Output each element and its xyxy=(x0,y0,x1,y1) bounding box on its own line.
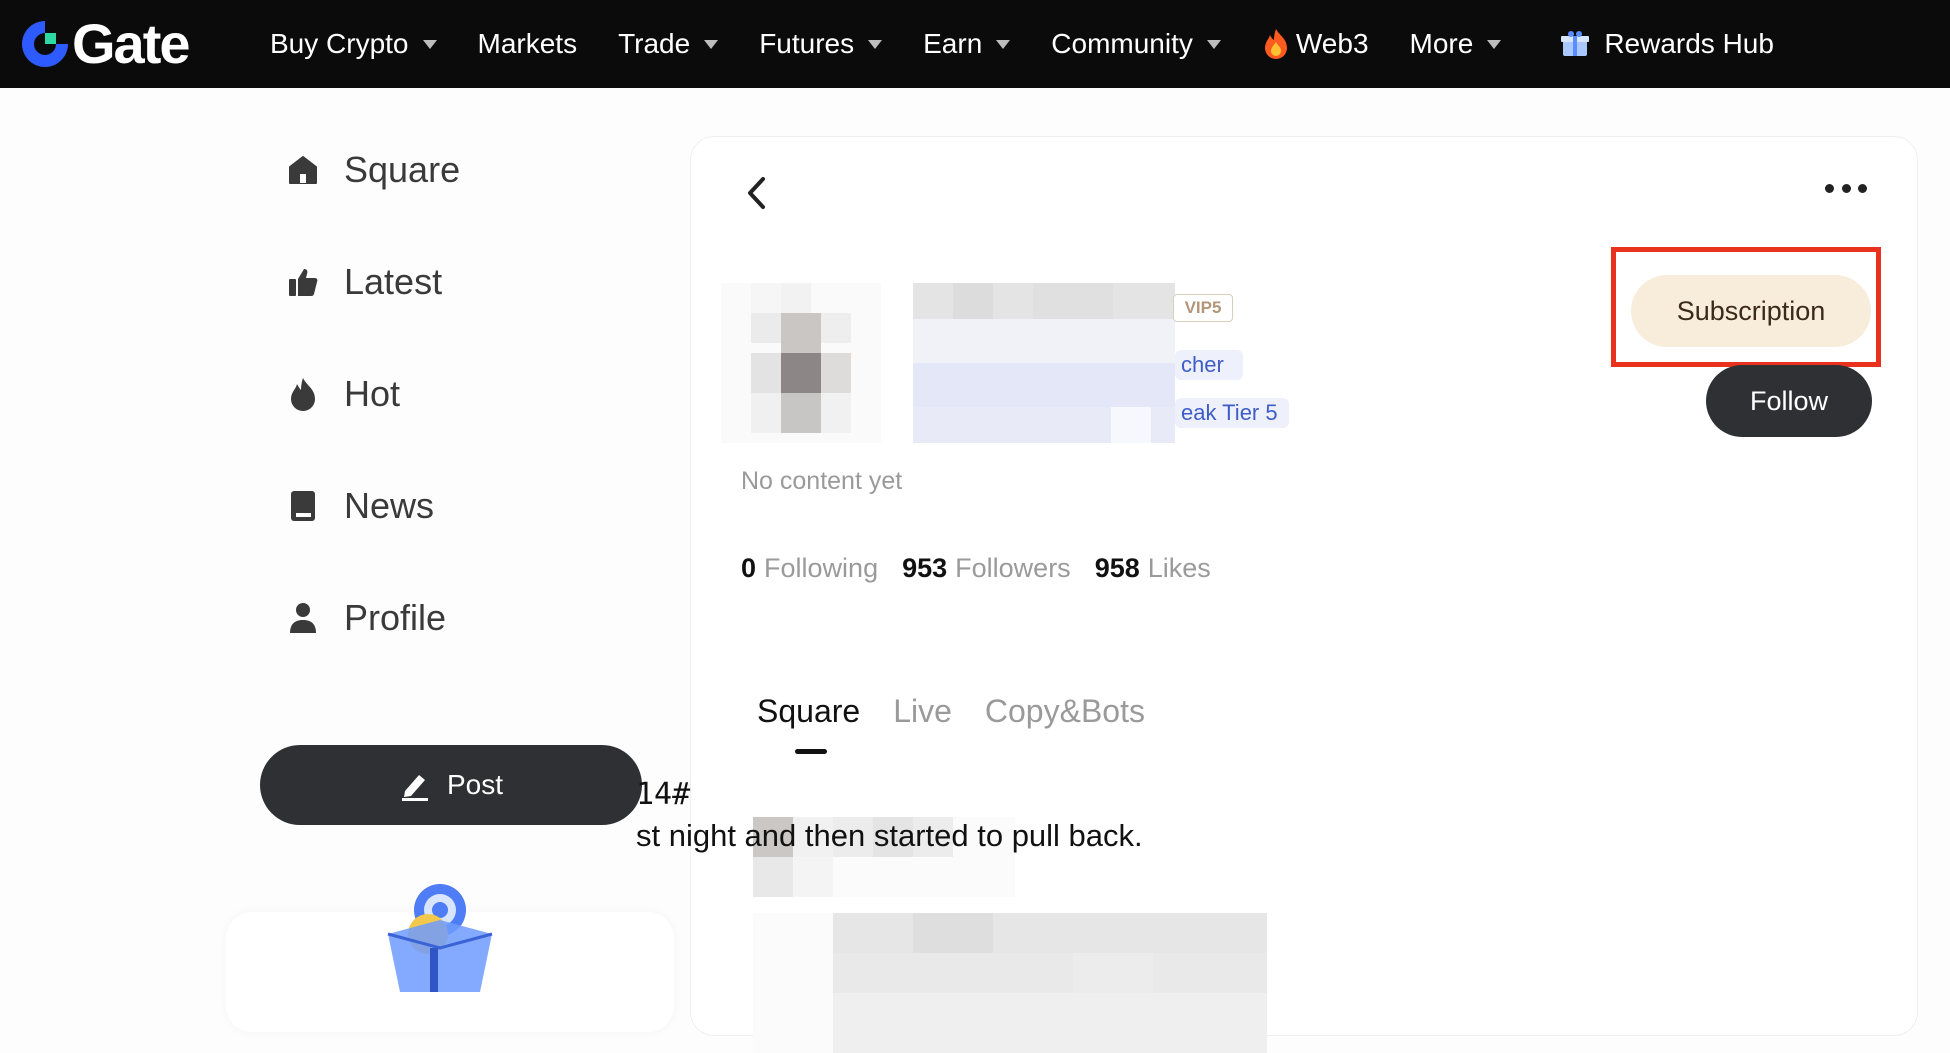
profile-tag: cher xyxy=(1175,350,1243,380)
nav-item-community[interactable]: Community xyxy=(1051,28,1221,60)
followers-count[interactable]: 953 xyxy=(902,553,947,584)
tab-copy-bots[interactable]: Copy&Bots xyxy=(985,693,1145,730)
post-text-blurred xyxy=(753,913,1267,1053)
caret-down-icon xyxy=(704,39,719,49)
back-arrow-icon[interactable] xyxy=(741,173,771,213)
caret-down-icon xyxy=(868,39,883,49)
tab-label: Square xyxy=(757,693,861,729)
post-text-line: st night and then started to pull back. xyxy=(636,818,1143,853)
flame-icon xyxy=(286,377,320,411)
sidebar-item-label: Square xyxy=(344,149,461,190)
top-navigation-bar: Gate Buy Crypto Markets Trade Futures Ea… xyxy=(0,0,1950,88)
post-button-label: Post xyxy=(446,769,504,800)
thumbs-up-icon xyxy=(286,265,320,299)
nav-label: Markets xyxy=(477,28,578,59)
caret-down-icon xyxy=(422,39,437,49)
edit-pencil-icon xyxy=(401,775,428,801)
username-blurred xyxy=(913,283,1175,443)
nav-item-markets[interactable]: Markets xyxy=(478,28,578,60)
nav-label: Community xyxy=(1051,28,1193,59)
active-tab-indicator xyxy=(795,749,827,754)
profile-tag: eak Tier 5 xyxy=(1175,398,1289,428)
sidebar-item-news[interactable]: News xyxy=(260,476,660,536)
nav-label: Trade xyxy=(618,28,691,59)
more-options-icon[interactable] xyxy=(1825,181,1867,195)
sidebar-item-label: Hot xyxy=(344,373,401,414)
nav-item-web3[interactable]: Web3 xyxy=(1262,28,1369,60)
profile-tabs: Square Live Copy&Bots xyxy=(757,693,1178,754)
profile-panel: VIP5 cher eak Tier 5 No content yet 0 Fo… xyxy=(690,136,1918,1053)
tab-square[interactable]: Square xyxy=(757,693,861,754)
subscription-button[interactable]: Subscription xyxy=(1631,275,1871,347)
book-icon xyxy=(286,489,320,523)
nav-item-futures[interactable]: Futures xyxy=(759,28,883,60)
left-sidebar: Square Latest Hot News Profile Post xyxy=(226,140,674,1032)
bio-text: No content yet xyxy=(741,467,903,495)
post-text-line: 14# xyxy=(636,777,691,812)
likes-label: Likes xyxy=(1147,553,1211,583)
sidebar-item-label: Latest xyxy=(344,261,443,302)
crypto-gift-box-illustration xyxy=(387,884,493,992)
following-count[interactable]: 0 xyxy=(741,553,756,584)
tab-label: Live xyxy=(893,693,952,729)
caret-down-icon xyxy=(996,39,1011,49)
gift-box-icon xyxy=(1561,31,1590,56)
gate-logo-icon xyxy=(22,21,68,67)
promo-card[interactable] xyxy=(226,884,674,1032)
nav-item-earn[interactable]: Earn xyxy=(923,28,1011,60)
followers-label[interactable]: Followers xyxy=(955,553,1071,584)
nav-label: Earn xyxy=(923,28,983,59)
logo-text: Gate xyxy=(72,12,190,75)
fire-icon xyxy=(1264,29,1287,59)
gate-logo[interactable]: Gate xyxy=(20,12,190,75)
nav-label: Buy Crypto xyxy=(270,28,409,59)
nav-item-trade[interactable]: Trade xyxy=(618,28,719,60)
profile-stats: 0 Following 953 Followers 958 Likes xyxy=(741,553,1235,584)
sidebar-item-latest[interactable]: Latest xyxy=(260,252,660,312)
sidebar-item-hot[interactable]: Hot xyxy=(260,364,660,424)
person-icon xyxy=(286,601,320,635)
nav-label: Rewards Hub xyxy=(1604,28,1774,59)
tab-live[interactable]: Live xyxy=(893,693,952,730)
sidebar-item-square[interactable]: Square xyxy=(260,140,660,200)
post-button[interactable]: Post xyxy=(260,745,642,825)
caret-down-icon xyxy=(1206,39,1221,49)
nav-label: Futures xyxy=(759,28,855,59)
nav-item-buy-crypto[interactable]: Buy Crypto xyxy=(270,28,437,60)
sidebar-item-label: News xyxy=(344,485,435,526)
vip-badge: VIP5 xyxy=(1173,294,1233,322)
follow-button[interactable]: Follow xyxy=(1706,365,1872,437)
nav-item-rewards-hub[interactable]: Rewards Hub xyxy=(1560,28,1774,60)
caret-down-icon xyxy=(1487,39,1502,49)
nav-item-more[interactable]: More xyxy=(1410,28,1502,60)
tab-label: Copy&Bots xyxy=(984,693,1145,729)
sidebar-item-label: Profile xyxy=(344,597,447,638)
nav-label: Web3 xyxy=(1295,28,1369,59)
sidebar-item-profile[interactable]: Profile xyxy=(260,588,660,648)
nav-menu: Buy Crypto Markets Trade Futures Earn Co… xyxy=(270,0,1815,88)
nav-label: More xyxy=(1409,28,1474,59)
likes-count: 958 xyxy=(1094,553,1140,583)
following-label[interactable]: Following xyxy=(764,553,878,584)
home-icon xyxy=(286,153,320,187)
avatar xyxy=(721,283,881,443)
